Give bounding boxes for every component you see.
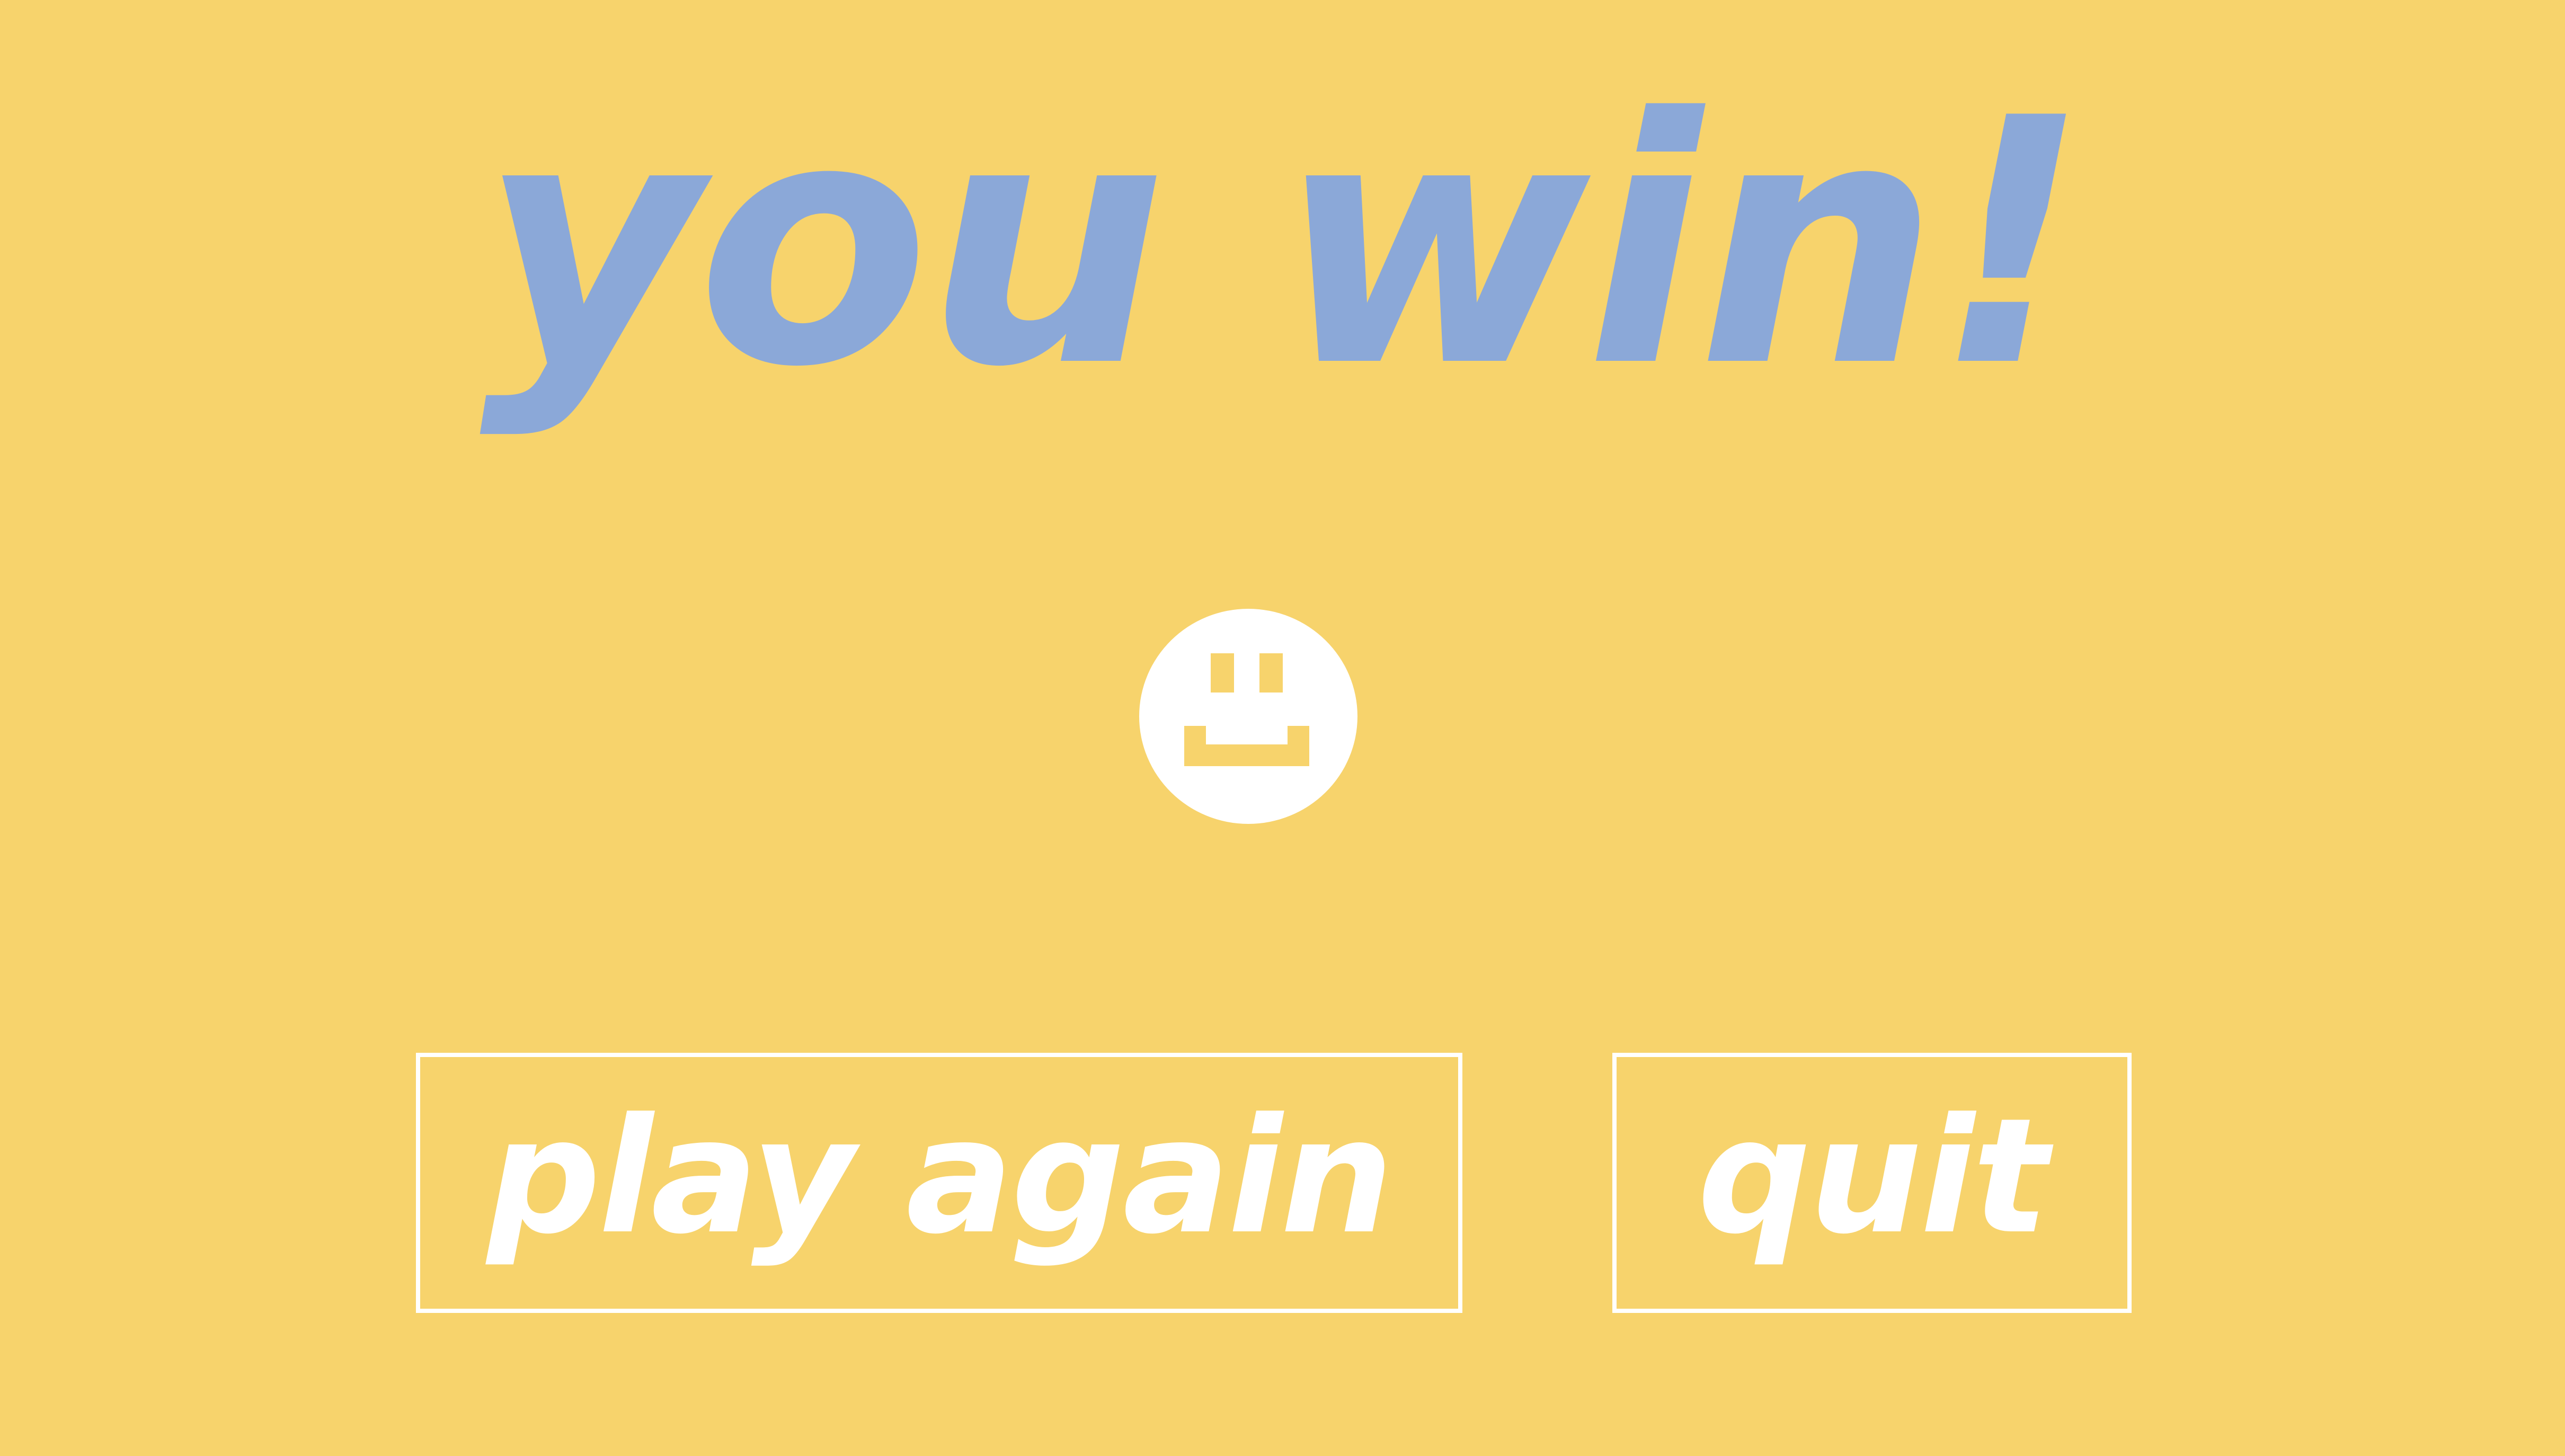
smiley-face-icon xyxy=(1138,608,1359,825)
play-again-label: play again xyxy=(487,1084,1394,1269)
quit-button[interactable]: quit xyxy=(1612,1053,2132,1313)
game-over-screen: you win! play again quit xyxy=(0,0,2565,1456)
quit-label: quit xyxy=(1697,1084,2049,1269)
win-title: you win! xyxy=(480,46,2089,441)
play-again-button[interactable]: play again xyxy=(416,1053,1462,1313)
